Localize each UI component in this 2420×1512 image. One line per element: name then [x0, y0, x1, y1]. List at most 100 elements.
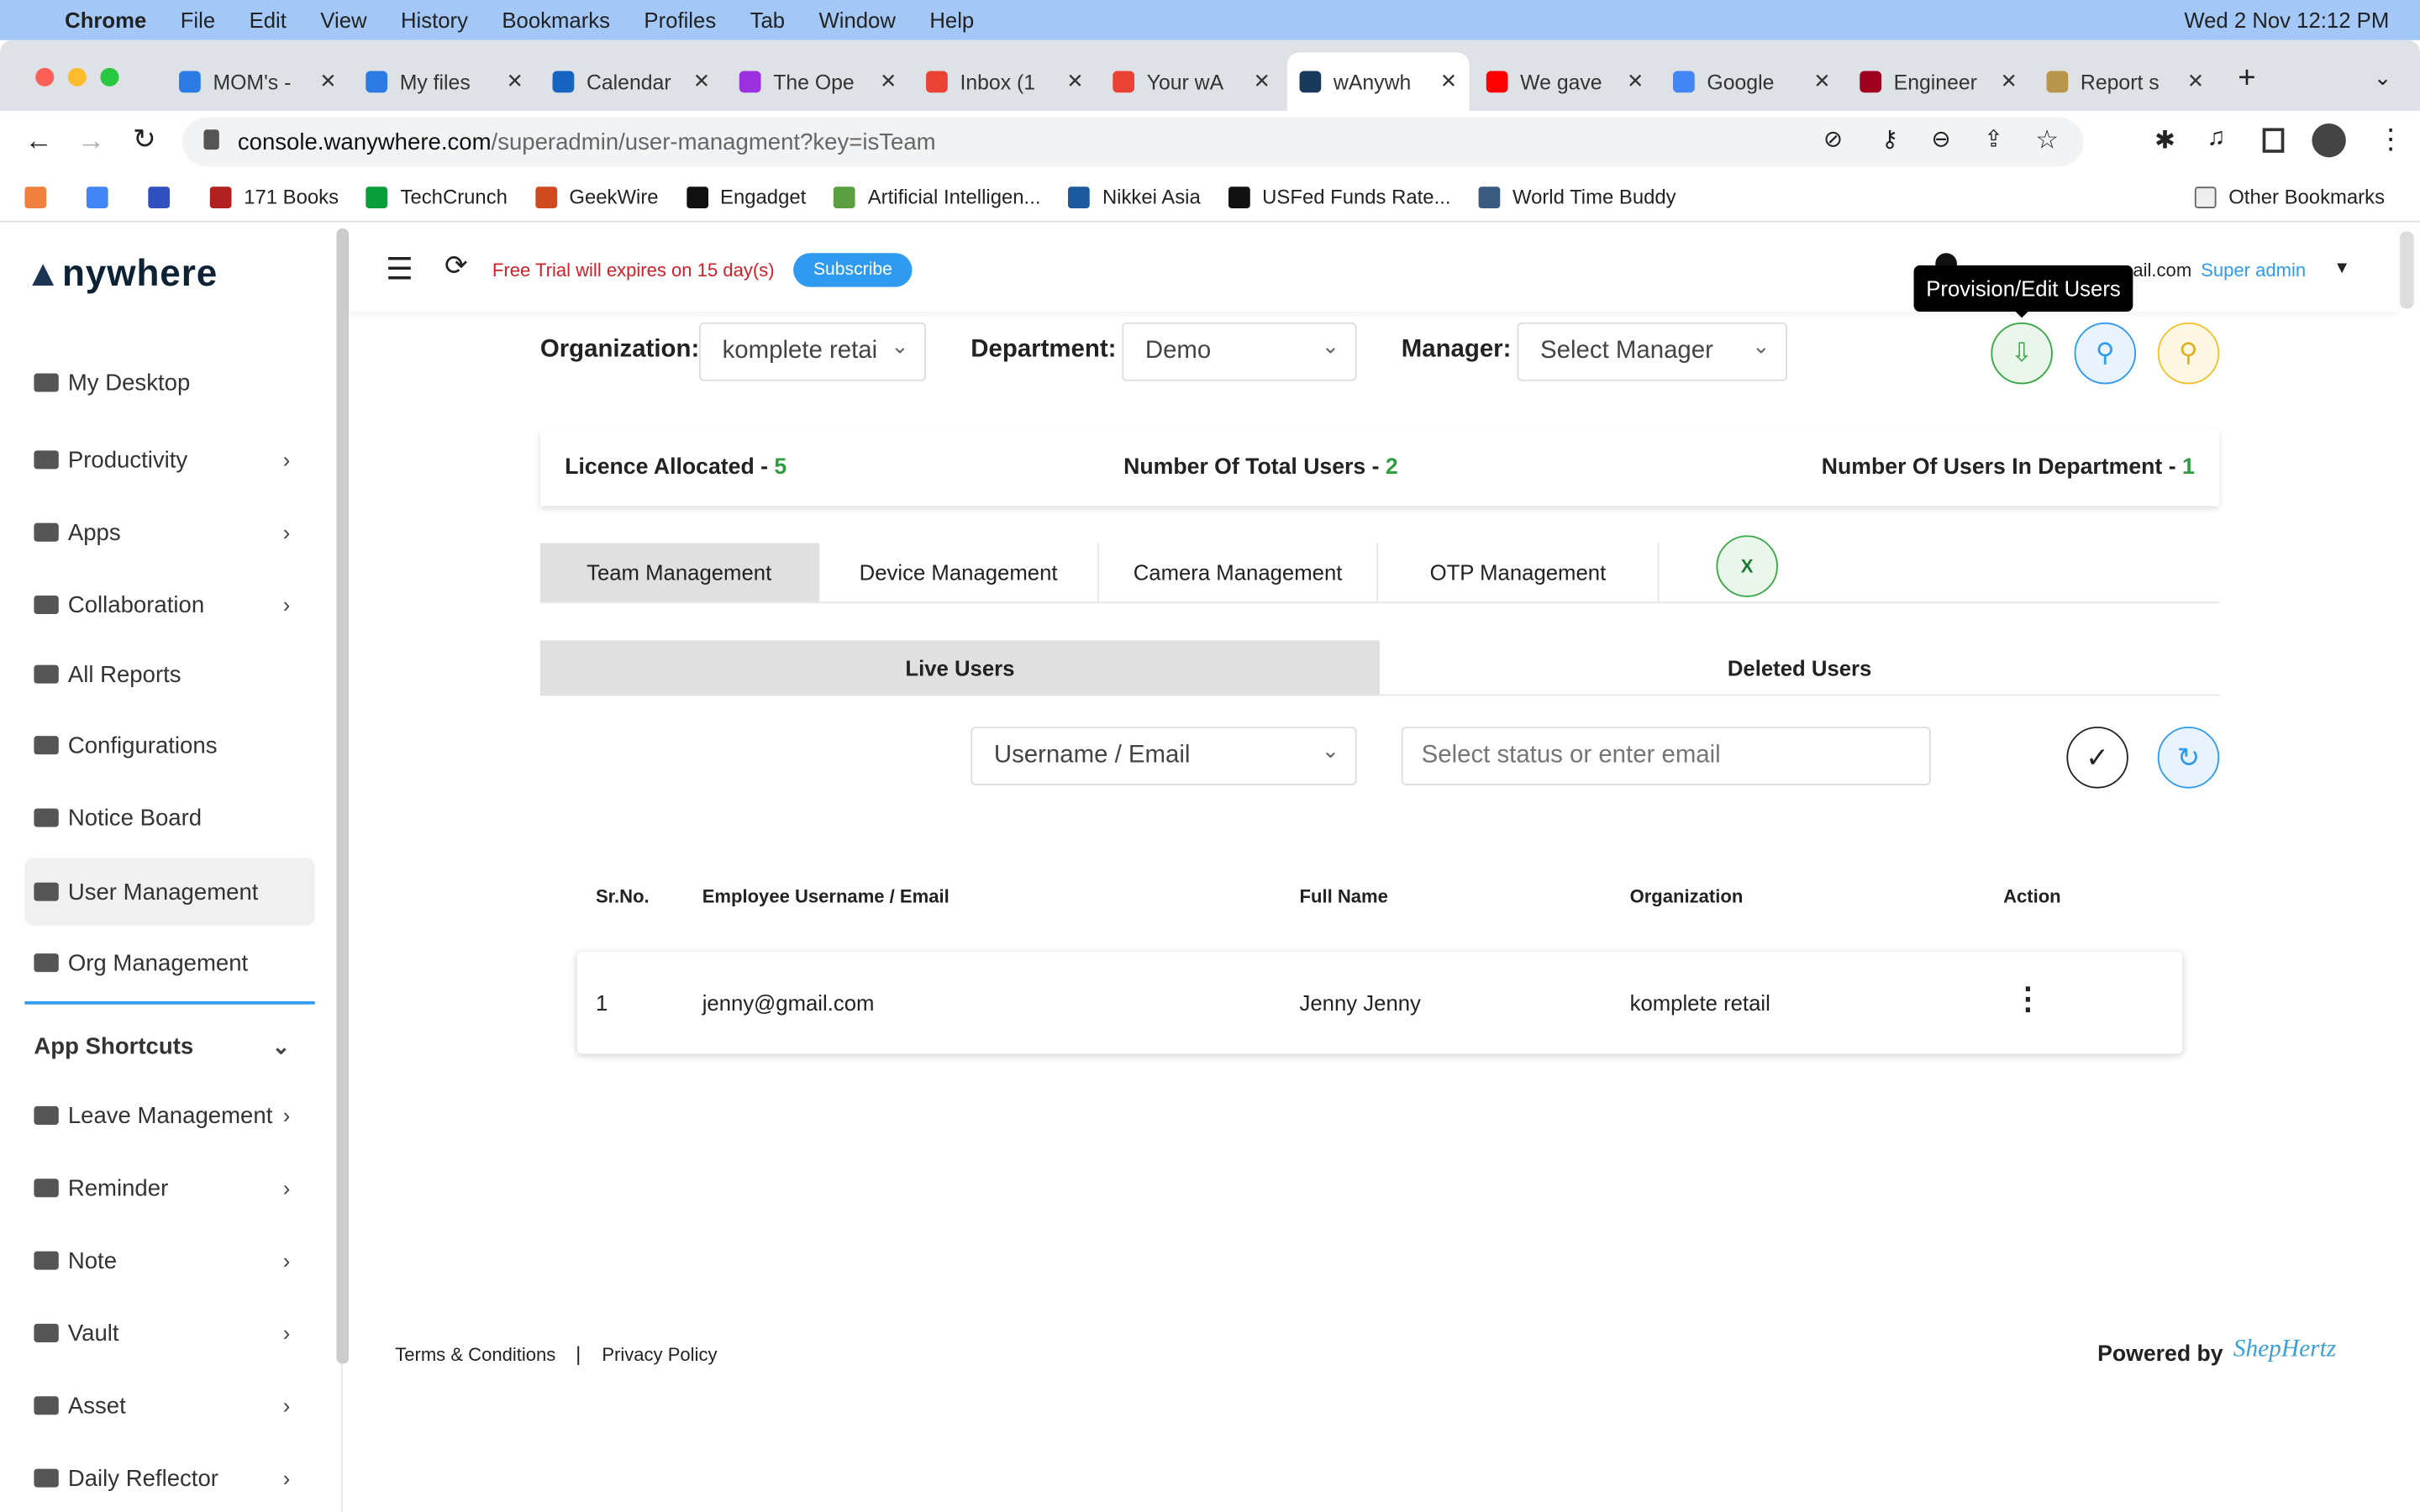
menu-app[interactable]: Chrome — [65, 8, 146, 32]
key-icon[interactable]: ⚷ — [1881, 125, 1898, 153]
menu-history[interactable]: History — [401, 8, 468, 32]
browser-tab[interactable]: Calendar ✕ — [540, 52, 723, 111]
page-scrollbar[interactable] — [2400, 231, 2414, 309]
more-icon[interactable]: ⋮ — [2377, 123, 2405, 156]
tab-search-chevron-icon[interactable]: ⌄ — [2374, 65, 2392, 91]
sidebar-item-reminder[interactable]: Reminder › — [24, 1154, 314, 1222]
sidebar-item-configurations[interactable]: Configurations — [24, 711, 314, 780]
bookmark[interactable]: GeekWire — [535, 185, 659, 208]
close-tab-icon[interactable]: ✕ — [880, 70, 897, 94]
refresh-button[interactable]: ↻ — [2157, 727, 2220, 789]
menu-view[interactable]: View — [320, 8, 366, 32]
search-input[interactable] — [1401, 727, 1931, 785]
sidebar-item-leave-management[interactable]: Leave Management › — [24, 1082, 314, 1150]
bookmark[interactable]: Artificial Intelligen... — [834, 185, 1040, 208]
sidebar-item-daily-reflector[interactable]: Daily Reflector › — [24, 1444, 314, 1512]
search-field-select[interactable]: Username / Email — [971, 727, 1357, 785]
zoom-icon[interactable]: ⊖ — [1932, 125, 1951, 153]
sidebar-item-user-management[interactable]: User Management — [24, 858, 315, 927]
tab-camera-management[interactable]: Camera Management — [1099, 543, 1379, 602]
privacy-link[interactable]: Privacy Policy — [602, 1344, 717, 1366]
close-tab-icon[interactable]: ✕ — [507, 70, 523, 94]
sidebar-item-productivity[interactable]: Productivity › — [24, 426, 314, 494]
browser-tab[interactable]: The Ope ✕ — [727, 52, 909, 111]
bookmark[interactable]: 171 Books — [209, 185, 339, 208]
bookmark[interactable] — [86, 186, 120, 208]
menu-profiles[interactable]: Profiles — [644, 8, 716, 32]
browser-tab[interactable]: Inbox (1 ✕ — [913, 52, 1096, 111]
bookmark[interactable]: World Time Buddy — [1478, 185, 1676, 208]
clock[interactable]: Wed 2 Nov 12:12 PM — [2184, 8, 2389, 32]
terms-link[interactable]: Terms & Conditions — [395, 1344, 555, 1366]
browser-tab[interactable]: My files ✕ — [354, 52, 536, 111]
sidebar-item-note[interactable]: Note › — [24, 1226, 314, 1294]
sidepanel-icon[interactable] — [2262, 128, 2285, 153]
tab-otp-management[interactable]: OTP Management — [1378, 543, 1660, 602]
menu-window[interactable]: Window — [818, 8, 895, 32]
bookmark[interactable]: USFed Funds Rate... — [1228, 185, 1450, 208]
remove-user-button[interactable]: ⚲ — [2157, 322, 2220, 385]
menu-tab[interactable]: Tab — [750, 8, 785, 32]
subscribe-button[interactable]: Subscribe — [793, 253, 913, 287]
close-tab-icon[interactable]: ✕ — [1627, 70, 1644, 94]
close-tab-icon[interactable]: ✕ — [1066, 70, 1083, 94]
back-icon[interactable]: ← — [24, 125, 52, 158]
bookmark[interactable]: TechCrunch — [366, 185, 508, 208]
sidebar-item-org-management[interactable]: Org Management — [24, 929, 314, 997]
forward-icon[interactable]: → — [77, 125, 105, 158]
browser-tab[interactable]: Google ✕ — [1660, 52, 1843, 111]
excel-export-button[interactable]: X — [1716, 535, 1778, 597]
close-tab-icon[interactable]: ✕ — [2001, 70, 2018, 94]
subtab-deleted-users[interactable]: Deleted Users — [1380, 640, 2220, 696]
maximize-window-button[interactable] — [100, 67, 119, 87]
bookmark[interactable] — [24, 186, 58, 208]
close-tab-icon[interactable]: ✕ — [2187, 70, 2204, 94]
sidebar-item-all-reports[interactable]: All Reports — [24, 640, 314, 708]
menu-bookmarks[interactable]: Bookmarks — [502, 8, 610, 32]
sidebar-item-asset[interactable]: Asset › — [24, 1372, 314, 1440]
new-tab-button[interactable]: + — [2238, 61, 2255, 97]
close-tab-icon[interactable]: ✕ — [319, 70, 336, 94]
bookmark[interactable] — [148, 186, 182, 208]
manager-select[interactable]: Select Manager — [1517, 322, 1787, 381]
browser-tab[interactable]: Report s ✕ — [2034, 52, 2217, 111]
extension-icon[interactable]: ✱ — [2154, 125, 2175, 156]
sidebar-item-notice-board[interactable]: Notice Board — [24, 784, 314, 852]
sync-icon[interactable]: ⟳ — [445, 250, 468, 283]
close-window-button[interactable] — [35, 67, 55, 87]
avatar[interactable] — [2312, 123, 2346, 158]
row-actions-icon[interactable]: ⋮ — [2012, 979, 2044, 1018]
brand-logo[interactable]: ▲nywhere — [24, 253, 218, 296]
provision-users-button[interactable]: ⇩ — [1991, 322, 2053, 385]
reload-icon[interactable]: ↻ — [133, 123, 156, 156]
close-tab-icon[interactable]: ✕ — [1813, 70, 1830, 94]
address-bar[interactable]: console.wanywhere.com/superadmin/user-ma… — [182, 117, 2084, 167]
tab-device-management[interactable]: Device Management — [819, 543, 1099, 602]
tab-team-management[interactable]: Team Management — [539, 543, 820, 602]
shephertz-logo[interactable]: ShepHertz — [2233, 1336, 2336, 1364]
department-select[interactable]: Demo — [1122, 322, 1357, 381]
menu-help[interactable]: Help — [929, 8, 974, 32]
browser-tab[interactable]: Engineer ✕ — [1848, 52, 2030, 111]
browser-tab[interactable]: MOM's - ✕ — [166, 52, 349, 111]
bookmark[interactable]: Engadget — [686, 185, 806, 208]
apply-check-button[interactable]: ✓ — [2066, 727, 2128, 789]
close-tab-icon[interactable]: ✕ — [1254, 70, 1270, 94]
media-icon[interactable]: ♫ — [2207, 125, 2226, 153]
browser-tab[interactable]: wAnywh ✕ — [1286, 52, 1470, 112]
bookmark[interactable]: Nikkei Asia — [1068, 185, 1201, 208]
share-icon[interactable]: ⇪ — [1984, 125, 2003, 153]
close-tab-icon[interactable]: ✕ — [1440, 70, 1457, 94]
close-tab-icon[interactable]: ✕ — [693, 70, 710, 94]
minimize-window-button[interactable] — [67, 67, 87, 87]
sidebar-scrollbar[interactable] — [336, 228, 350, 1364]
user-dropdown-icon[interactable]: ▼ — [2333, 260, 2350, 278]
sidebar-item-vault[interactable]: Vault › — [24, 1299, 314, 1368]
sidebar-item-my-desktop[interactable]: My Desktop — [24, 349, 314, 417]
star-icon[interactable]: ☆ — [2035, 125, 2059, 156]
app-shortcuts-header[interactable]: App Shortcuts ⌄ — [24, 1012, 314, 1080]
organization-select[interactable]: komplete retai — [699, 322, 927, 381]
sidebar-item-collaboration[interactable]: Collaboration › — [24, 571, 314, 639]
browser-tab[interactable]: Your wA ✕ — [1101, 52, 1283, 111]
browser-tab[interactable]: We gave ✕ — [1474, 52, 1656, 111]
